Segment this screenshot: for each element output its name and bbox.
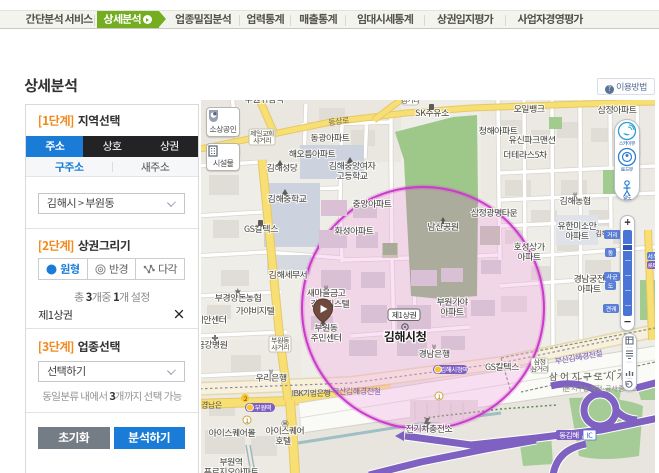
svg-text:₩: ₩ xyxy=(572,190,577,199)
svg-text:더테라스5차: 더테라스5차 xyxy=(503,148,547,161)
svg-text:부원역: 부원역 xyxy=(255,402,272,412)
svg-text:사거리: 사거리 xyxy=(271,343,289,353)
svg-text:사군: 사군 xyxy=(605,272,618,281)
svg-text:스카이뷰: 스카이뷰 xyxy=(619,140,636,147)
svg-text:삼거리: 삼거리 xyxy=(531,365,549,375)
svg-text:치안센터: 치안센터 xyxy=(201,313,227,326)
svg-text:아파트: 아파트 xyxy=(517,250,541,263)
svg-text:GS칼텍스: GS칼텍스 xyxy=(485,360,519,373)
svg-text:도: 도 xyxy=(608,281,614,290)
svg-text:아이스퀘어몰: 아이스퀘어몰 xyxy=(209,426,257,439)
svg-text:견궤: 견궤 xyxy=(605,304,617,313)
svg-text:사거리: 사거리 xyxy=(253,136,271,146)
svg-text:IBK기업은행: IBK기업은행 xyxy=(292,388,331,399)
svg-text:IC: IC xyxy=(587,430,594,441)
svg-text:오일뱅크: 오일뱅크 xyxy=(513,102,544,115)
svg-text:말도: 말도 xyxy=(623,195,632,202)
svg-text:동광아파트: 동광아파트 xyxy=(311,131,350,144)
svg-text:김해성당: 김해성당 xyxy=(266,161,298,174)
svg-text:김해시청역: 김해시청역 xyxy=(440,364,468,374)
svg-text:아파트: 아파트 xyxy=(440,305,464,318)
svg-text:부경양돈농협: 부경양돈농협 xyxy=(214,291,262,304)
svg-text:₩: ₩ xyxy=(323,283,328,292)
svg-text:아파트: 아파트 xyxy=(565,229,589,242)
svg-text:₩: ₩ xyxy=(431,342,436,351)
svg-text:거리: 거리 xyxy=(607,230,618,239)
svg-text:화성아파트: 화성아파트 xyxy=(335,224,374,237)
svg-text:삼정광명타운: 삼정광명타운 xyxy=(471,206,519,219)
svg-text:1: 1 xyxy=(245,415,248,425)
svg-text:동김해: 동김해 xyxy=(559,430,579,441)
svg-text:부원위림직: 부원위림직 xyxy=(244,100,284,106)
svg-text:Ⓗ: Ⓗ xyxy=(282,419,289,429)
svg-text:경남은: 경남은 xyxy=(201,400,222,411)
svg-text:중앙아파트: 중앙아파트 xyxy=(353,197,392,210)
svg-text:푸르지오아파트: 푸르지오아파트 xyxy=(204,465,259,473)
svg-text:아파트: 아파트 xyxy=(577,282,601,295)
svg-text:삼거리: 삼거리 xyxy=(401,100,419,106)
svg-text:동: 동 xyxy=(608,248,614,257)
svg-text:고등학교: 고등학교 xyxy=(336,169,367,182)
svg-text:로타: 로타 xyxy=(647,261,655,270)
svg-text:제1상권: 제1상권 xyxy=(392,310,417,321)
svg-text:₩: ₩ xyxy=(268,367,273,376)
svg-text:삼정아파트: 삼정아파트 xyxy=(598,103,637,116)
svg-text:서부: 서부 xyxy=(646,252,655,261)
svg-text:—부산김해경전철: —부산김해경전철 xyxy=(326,386,381,397)
svg-text:로드뷰: 로드뷰 xyxy=(621,166,634,173)
svg-text:김해시청: 김해시청 xyxy=(384,328,427,345)
svg-text:가야비지텔: 가야비지텔 xyxy=(236,304,275,317)
svg-text:유신파크맨션: 유신파크맨션 xyxy=(509,133,556,146)
svg-text:호텔: 호텔 xyxy=(274,434,291,447)
svg-text:주민센터: 주민센터 xyxy=(310,331,341,344)
svg-text:전기차충전소: 전기차충전소 xyxy=(406,422,454,435)
svg-text:김해세무서: 김해세무서 xyxy=(269,268,308,281)
svg-text:1: 1 xyxy=(437,391,440,401)
